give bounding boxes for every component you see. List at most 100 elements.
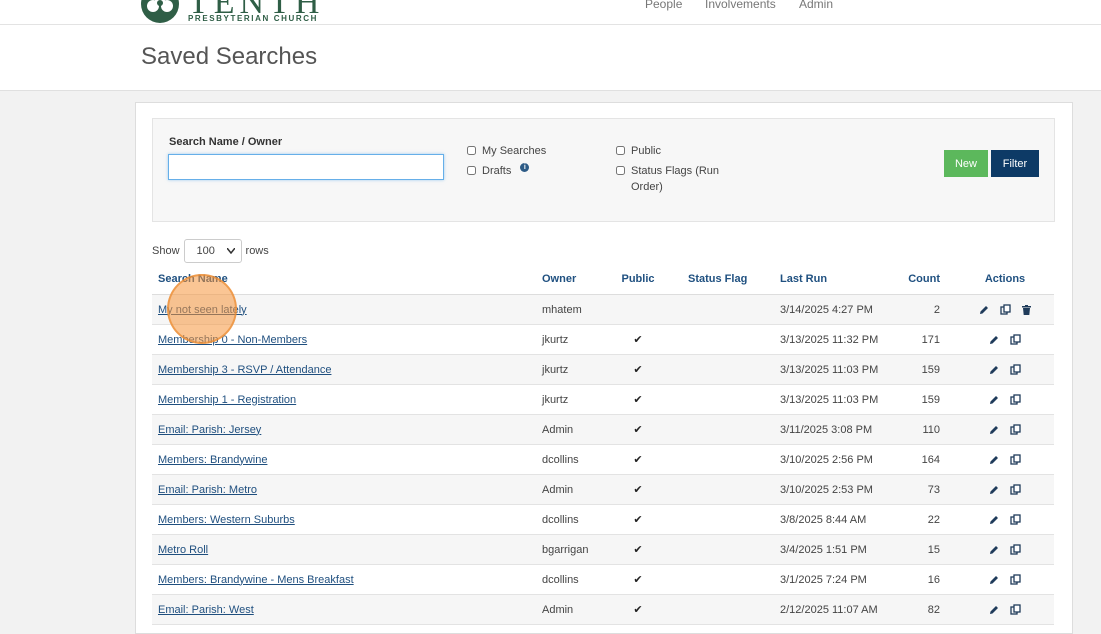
- brand-subtitle: PRESBYTERIAN CHURCH: [188, 14, 318, 23]
- drafts-label: Drafts: [482, 165, 512, 177]
- top-navbar: TENTH PRESBYTERIAN CHURCH People Involve…: [0, 0, 1101, 25]
- check-icon: ✔: [633, 424, 643, 436]
- copy-icon[interactable]: [1006, 424, 1025, 436]
- pencil-icon[interactable]: [985, 394, 1003, 406]
- cell-count: 159: [894, 384, 956, 415]
- copy-icon[interactable]: [1006, 364, 1025, 376]
- cell-search-name: Members: Western Suburbs: [152, 504, 536, 535]
- rows-per-page-select[interactable]: 100: [183, 239, 242, 263]
- search-name-link[interactable]: Members: Brandywine - Mens Breakfast: [158, 574, 354, 586]
- col-count[interactable]: Count: [894, 264, 956, 295]
- drafts-checkbox[interactable]: Drafts i: [467, 163, 530, 179]
- table-header-row: Search Name Owner Public Status Flag Las…: [152, 264, 1054, 295]
- cell-public: ✔: [610, 534, 666, 565]
- cell-count: 22: [894, 504, 956, 535]
- search-name-link[interactable]: Membership 3 - RSVP / Attendance: [158, 364, 331, 376]
- check-icon: ✔: [633, 574, 643, 586]
- table-row: Membership 1 - Registration jkurtz ✔ 3/1…: [152, 384, 1054, 415]
- cell-public: ✔: [610, 354, 666, 385]
- nav-admin[interactable]: Admin: [799, 0, 833, 11]
- table-row: My not seen lately mhatem 3/14/2025 4:27…: [152, 294, 1054, 325]
- copy-icon[interactable]: [1006, 484, 1025, 496]
- cell-status-flag: [666, 564, 774, 595]
- table-row: Email: Parish: Metro Admin ✔ 3/10/2025 2…: [152, 474, 1054, 505]
- cell-public: ✔: [610, 474, 666, 505]
- public-checkbox-input[interactable]: [616, 146, 625, 155]
- cell-owner: Admin: [536, 474, 610, 505]
- pencil-icon[interactable]: [985, 484, 1003, 496]
- cell-count: 2: [894, 294, 956, 325]
- pencil-icon[interactable]: [985, 454, 1003, 466]
- status-flags-label: Status Flags (Run Order): [631, 165, 720, 193]
- trash-icon[interactable]: [1018, 304, 1035, 316]
- copy-icon[interactable]: [1006, 604, 1025, 616]
- status-flags-checkbox-input[interactable]: [616, 166, 625, 175]
- cell-owner: jkurtz: [536, 384, 610, 415]
- cell-actions: [956, 324, 1054, 355]
- cell-count: 16: [894, 564, 956, 595]
- cell-owner: jkurtz: [536, 324, 610, 355]
- col-status-flag[interactable]: Status Flag: [666, 264, 774, 295]
- cell-last-run: 3/11/2025 3:08 PM: [774, 414, 894, 445]
- pencil-icon[interactable]: [985, 364, 1003, 376]
- copy-icon[interactable]: [1006, 514, 1025, 526]
- cell-owner: jkurtz: [536, 354, 610, 385]
- pencil-icon[interactable]: [985, 334, 1003, 346]
- cell-actions: [956, 444, 1054, 475]
- col-public[interactable]: Public: [610, 264, 666, 295]
- pencil-icon[interactable]: [985, 424, 1003, 436]
- cell-search-name: Members: Brandywine - Mens Breakfast: [152, 564, 536, 595]
- nav-people[interactable]: People: [645, 0, 682, 11]
- new-button[interactable]: New: [944, 150, 988, 177]
- col-last-run[interactable]: Last Run: [774, 264, 894, 295]
- my-searches-checkbox-input[interactable]: [467, 146, 476, 155]
- search-name-link[interactable]: Email: Parish: Metro: [158, 484, 257, 496]
- status-flags-checkbox[interactable]: Status Flags (Run Order): [616, 163, 736, 195]
- pencil-icon[interactable]: [985, 514, 1003, 526]
- search-name-link[interactable]: Members: Brandywine: [158, 454, 267, 466]
- cell-public: ✔: [610, 384, 666, 415]
- search-name-owner-label: Search Name / Owner: [169, 136, 283, 148]
- cell-actions: [956, 384, 1054, 415]
- table-row: Membership 0 - Non-Members jkurtz ✔ 3/13…: [152, 324, 1054, 355]
- cell-actions: [956, 354, 1054, 385]
- copy-icon[interactable]: [1006, 394, 1025, 406]
- col-owner[interactable]: Owner: [536, 264, 610, 295]
- pencil-icon[interactable]: [985, 604, 1003, 616]
- search-name-link[interactable]: Email: Parish: West: [158, 604, 254, 616]
- church-logo-icon[interactable]: [140, 0, 180, 24]
- cell-status-flag: [666, 324, 774, 355]
- public-checkbox[interactable]: Public: [616, 143, 661, 159]
- copy-icon[interactable]: [1006, 544, 1025, 556]
- check-icon: ✔: [633, 394, 643, 406]
- page-title: Saved Searches: [141, 43, 318, 70]
- cell-actions: [956, 294, 1054, 325]
- search-name-link[interactable]: Membership 0 - Non-Members: [158, 334, 307, 346]
- col-search-name[interactable]: Search Name: [152, 264, 536, 295]
- search-name-link[interactable]: Members: Western Suburbs: [158, 514, 295, 526]
- search-name-link[interactable]: My not seen lately: [158, 304, 247, 316]
- info-icon[interactable]: i: [520, 163, 530, 172]
- cell-last-run: 3/1/2025 7:24 PM: [774, 564, 894, 595]
- copy-icon[interactable]: [1006, 334, 1025, 346]
- filter-button[interactable]: Filter: [991, 150, 1039, 177]
- search-name-owner-input[interactable]: [168, 154, 444, 180]
- nav-involvements[interactable]: Involvements: [705, 0, 776, 11]
- pencil-icon[interactable]: [985, 574, 1003, 586]
- copy-icon[interactable]: [1006, 574, 1025, 586]
- cell-last-run: 3/13/2025 11:32 PM: [774, 324, 894, 355]
- drafts-checkbox-input[interactable]: [467, 166, 476, 175]
- cell-actions: [956, 504, 1054, 535]
- cell-search-name: Email: Parish: West: [152, 594, 536, 625]
- cell-search-name: Metro Roll: [152, 534, 536, 565]
- cell-public: [610, 294, 666, 325]
- cell-search-name: My not seen lately: [152, 294, 536, 325]
- copy-icon[interactable]: [1006, 454, 1025, 466]
- my-searches-checkbox[interactable]: My Searches: [467, 143, 546, 159]
- copy-icon[interactable]: [996, 304, 1015, 316]
- search-name-link[interactable]: Metro Roll: [158, 544, 208, 556]
- pencil-icon[interactable]: [975, 304, 993, 316]
- search-name-link[interactable]: Email: Parish: Jersey: [158, 424, 261, 436]
- pencil-icon[interactable]: [985, 544, 1003, 556]
- search-name-link[interactable]: Membership 1 - Registration: [158, 394, 296, 406]
